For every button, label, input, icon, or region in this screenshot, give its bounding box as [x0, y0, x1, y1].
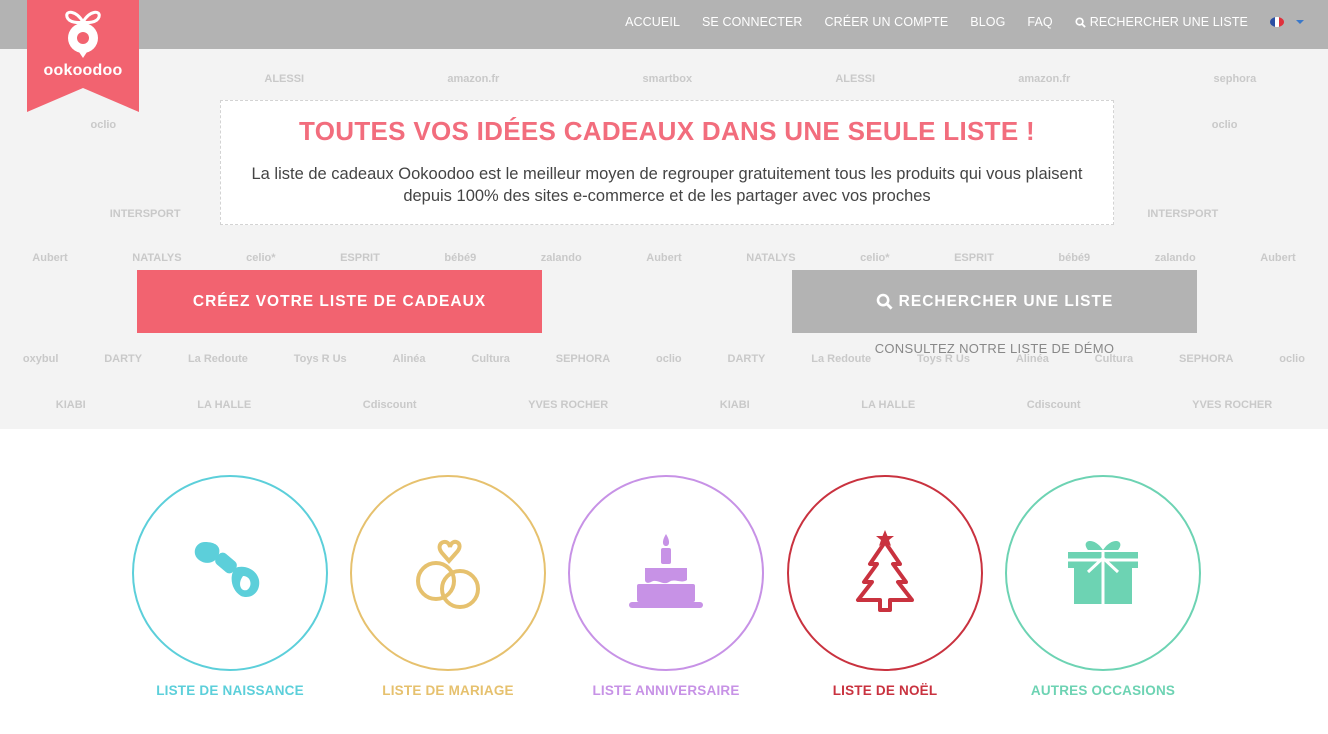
- nav-se-connecter[interactable]: SE CONNECTER: [702, 15, 803, 29]
- pacifier-icon: [194, 542, 260, 598]
- rings-shape: [416, 539, 480, 609]
- search-list-label: RECHERCHER UNE LISTE: [898, 292, 1114, 310]
- brand-logo: Alinéa: [392, 353, 426, 365]
- pacifier-shape: [194, 542, 260, 598]
- occasion-circle: [132, 475, 328, 671]
- top-navigation-bar: ACCUEIL SE CONNECTER CRÉER UN COMPTE BLO…: [0, 0, 1328, 49]
- birthday-cake-icon: [629, 534, 703, 608]
- language-selector[interactable]: [1270, 17, 1304, 27]
- chevron-down-icon: [1296, 20, 1304, 24]
- brand-logo: amazon.fr: [447, 73, 500, 85]
- brand-logo: bébé9: [444, 252, 477, 264]
- logo-ribbon: [27, 0, 139, 112]
- brand-logo: Cdiscount: [362, 399, 417, 411]
- brand-logo: INTERSPORT: [1147, 208, 1219, 220]
- occasion-circle: [1005, 475, 1201, 671]
- logo-text: ookoodoo: [43, 62, 123, 79]
- brand-logo: celio*: [246, 252, 276, 264]
- brand-logo: ESPRIT: [954, 252, 994, 264]
- occasion-label: LISTE DE MARIAGE: [382, 683, 514, 698]
- ookoodoo-logo[interactable]: ookoodoo: [27, 0, 139, 112]
- nav-blog[interactable]: BLOG: [970, 15, 1005, 29]
- brand-logo: INTERSPORT: [109, 208, 181, 220]
- nav-faq[interactable]: FAQ: [1027, 15, 1052, 29]
- wedding-rings-icon: [416, 539, 480, 609]
- search-list-button[interactable]: RECHERCHER UNE LISTE: [792, 270, 1197, 333]
- demo-list-link[interactable]: CONSULTEZ NOTRE LISTE DE DÉMO: [792, 341, 1197, 356]
- brand-logo: bébé9: [1058, 252, 1091, 264]
- brand-logo-row: smartboxALESSIamazon.frsmartboxALESSIama…: [0, 69, 1328, 89]
- brand-logo: zalando: [1154, 252, 1196, 264]
- french-flag-icon: [1270, 17, 1284, 27]
- brand-logo: amazon.fr: [1018, 73, 1071, 85]
- nav-accueil[interactable]: ACCUEIL: [625, 15, 680, 29]
- brand-logo: YVES ROCHER: [528, 399, 609, 411]
- brand-logo: oxybul: [22, 353, 59, 365]
- gift-icon: [1068, 540, 1138, 604]
- brand-logo: KIABI: [719, 399, 750, 411]
- brand-logo: ALESSI: [835, 73, 876, 85]
- brand-logo: smartbox: [642, 73, 693, 85]
- occasion-circle: [350, 475, 546, 671]
- brand-logo: DARTY: [727, 353, 766, 365]
- brand-logo-row: KIABI LA HALLE Cdiscount YVES ROCHER KIABI LA…: [0, 395, 1328, 415]
- occasion-label: AUTRES OCCASIONS: [1030, 683, 1176, 698]
- occasion-label: LISTE ANNIVERSAIRE: [592, 683, 740, 698]
- brand-logo: Aubert: [32, 252, 68, 264]
- brand-logo: Aubert: [646, 252, 682, 264]
- create-list-button[interactable]: CRÉEZ VOTRE LISTE DE CADEAUX: [137, 270, 542, 333]
- brand-logo: YVES ROCHER: [1192, 399, 1273, 411]
- occasion-naissance[interactable]: LISTE DE NAISSANCE: [132, 475, 328, 698]
- cake-shape: [629, 534, 703, 608]
- brand-logo: Toys R Us: [293, 353, 347, 365]
- brand-logo: LA HALLE: [197, 399, 252, 411]
- brand-logo: oclio: [1279, 353, 1305, 365]
- nav-creer-un-compte[interactable]: CRÉER UN COMPTE: [825, 15, 949, 29]
- brand-logo: LA HALLE: [861, 399, 916, 411]
- brand-logo: NATALYS: [132, 252, 182, 264]
- search-icon: [1075, 16, 1086, 28]
- brand-logo: NATALYS: [746, 252, 796, 264]
- brand-logo: Cultura: [471, 353, 510, 365]
- brand-logo: La Redoute: [187, 353, 248, 365]
- brand-logo: sephora: [1213, 73, 1257, 85]
- occasion-label: LISTE DE NAISSANCE: [156, 683, 304, 698]
- occasion-circle: [787, 475, 983, 671]
- brand-logo: Aubert: [1260, 252, 1296, 264]
- tree-shape: [856, 540, 914, 612]
- brand-logo: oclio: [90, 119, 117, 131]
- brand-logo: ALESSI: [264, 73, 305, 85]
- brand-logo: ESPRIT: [340, 252, 380, 264]
- hero-section: smartboxALESSIamazon.frsmartboxALESSIama…: [0, 49, 1328, 429]
- brand-logo-row: Aubert NATALYS celio* ESPRIT bébé9 zalando Aub…: [0, 248, 1328, 268]
- occasion-noel[interactable]: LISTE DE NOËL: [787, 475, 983, 698]
- search-icon: [876, 293, 893, 310]
- occasion-mariage[interactable]: LISTE DE MARIAGE: [350, 475, 546, 698]
- occasion-autres[interactable]: AUTRES OCCASIONS: [1005, 475, 1201, 698]
- nav-search-label: RECHERCHER UNE LISTE: [1089, 15, 1248, 29]
- brand-logo: zalando: [540, 252, 582, 264]
- occasion-circle: [568, 475, 764, 671]
- occasion-label: LISTE DE NOËL: [832, 683, 938, 698]
- occasion-anniversaire[interactable]: LISTE ANNIVERSAIRE: [568, 475, 764, 698]
- brand-logo: SEPHORA: [555, 353, 611, 365]
- brand-logo: oclio: [1211, 119, 1238, 131]
- main-nav: ACCUEIL SE CONNECTER CRÉER UN COMPTE BLO…: [625, 0, 1304, 44]
- brand-logo: celio*: [860, 252, 890, 264]
- christmas-tree-icon: [856, 530, 914, 612]
- brand-logo: oclio: [655, 353, 682, 365]
- hero-title: TOUTES VOS IDÉES CADEAUX DANS UNE SEULE …: [299, 116, 1035, 146]
- tagline-box: TOUTES VOS IDÉES CADEAUX DANS UNE SEULE …: [220, 100, 1114, 225]
- brand-logo: Cdiscount: [1026, 399, 1081, 411]
- brand-logo: KIABI: [55, 399, 86, 411]
- brand-logo: DARTY: [104, 353, 143, 365]
- nav-rechercher-une-liste[interactable]: RECHERCHER UNE LISTE: [1075, 15, 1248, 29]
- hero-subtitle: La liste de cadeaux Ookoodoo est le meil…: [251, 165, 1083, 205]
